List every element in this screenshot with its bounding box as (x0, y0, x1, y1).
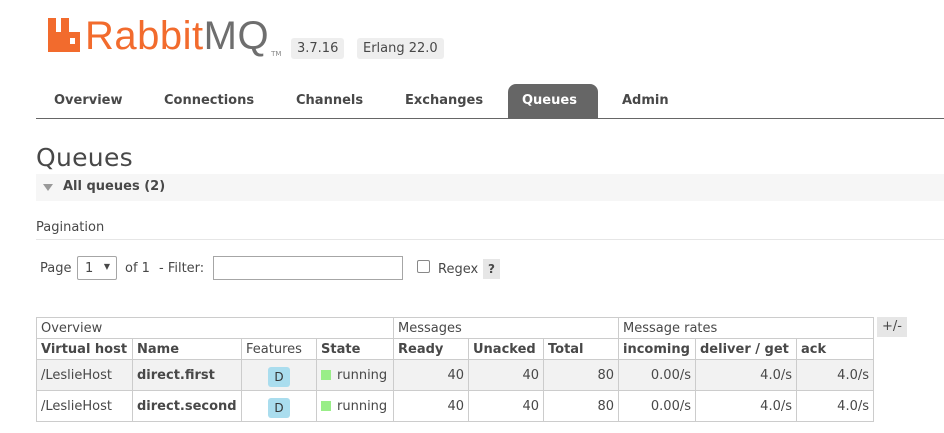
pagination-divider (36, 239, 944, 240)
erlang-version-badge: Erlang 22.0 (357, 38, 444, 59)
logo-wordmark: RabbitMQ (85, 14, 269, 58)
page-label: Page (40, 261, 72, 276)
page-select-value: 1 (85, 261, 94, 276)
page-count-label: of 1 (125, 261, 150, 276)
column-header-ack[interactable]: ack (796, 338, 874, 360)
cell-state: running (316, 359, 394, 391)
main-nav-tabs: Overview Connections Channels Exchanges … (36, 84, 944, 119)
tab-admin[interactable]: Admin (608, 84, 683, 118)
column-header-incoming[interactable]: incoming (618, 338, 696, 360)
cell-ready: 40 (393, 359, 469, 391)
cell-state: running (316, 390, 394, 422)
durable-feature-badge: D (268, 398, 290, 418)
dropdown-arrow-icon: ▼ (103, 262, 110, 271)
queue-name-link[interactable]: direct.first (132, 359, 242, 391)
filter-label: - Filter: (159, 261, 205, 276)
tab-overview[interactable]: Overview (40, 84, 137, 118)
logo-trademark: TM (271, 50, 282, 58)
column-header-unacked[interactable]: Unacked (468, 338, 544, 360)
column-toggle-button[interactable]: +/- (877, 317, 907, 337)
all-queues-section-toggle[interactable]: All queues (2) (36, 174, 944, 201)
cell-features: D (241, 390, 317, 422)
regex-help-button[interactable]: ? (483, 259, 500, 279)
cell-ack: 4.0/s (796, 390, 874, 422)
column-header-features[interactable]: Features (241, 338, 317, 360)
table-row: /LeslieHost direct.first D running 40 40… (36, 359, 874, 391)
tab-queues[interactable]: Queues (508, 84, 598, 118)
logo-mq-text: MQ (203, 14, 270, 58)
cell-virtual-host: /LeslieHost (36, 359, 133, 391)
column-header-virtual-host[interactable]: Virtual host (36, 338, 133, 360)
column-header-ready[interactable]: Ready (393, 338, 469, 360)
group-header-overview: Overview (36, 317, 394, 339)
cell-total: 80 (543, 359, 619, 391)
filter-input[interactable] (213, 256, 403, 280)
cell-ready: 40 (393, 390, 469, 422)
group-header-message-rates: Message rates (618, 317, 874, 339)
column-header-deliver-get[interactable]: deliver / get (695, 338, 797, 360)
tab-connections[interactable]: Connections (150, 84, 268, 118)
page-title: Queues (36, 143, 133, 172)
column-header-total[interactable]: Total (543, 338, 619, 360)
regex-checkbox[interactable] (417, 260, 430, 273)
state-text: running (337, 398, 388, 414)
durable-feature-badge: D (268, 367, 290, 387)
cell-incoming: 0.00/s (618, 359, 696, 391)
cell-unacked: 40 (468, 359, 544, 391)
cell-incoming: 0.00/s (618, 390, 696, 422)
regex-label: Regex (438, 262, 479, 277)
cell-total: 80 (543, 390, 619, 422)
cell-features: D (241, 359, 317, 391)
column-header-state[interactable]: State (316, 338, 394, 360)
pagination-heading: Pagination (36, 220, 105, 235)
group-header-messages: Messages (393, 317, 619, 339)
all-queues-label: All queues (2) (63, 179, 166, 194)
version-badge: 3.7.16 (291, 38, 345, 59)
rabbit-logo-icon (48, 18, 80, 52)
running-status-icon (321, 369, 331, 380)
queue-name-link[interactable]: direct.second (132, 390, 242, 422)
cell-deliver-get: 4.0/s (695, 359, 797, 391)
page-select[interactable]: 1 ▼ (77, 256, 117, 280)
column-header-name[interactable]: Name (132, 338, 242, 360)
cell-unacked: 40 (468, 390, 544, 422)
tab-channels[interactable]: Channels (282, 84, 377, 118)
table-row: /LeslieHost direct.second D running 40 4… (36, 390, 874, 422)
cell-ack: 4.0/s (796, 359, 874, 391)
collapse-triangle-icon (43, 184, 53, 191)
logo-rabbit-text: Rabbit (85, 14, 204, 58)
rabbitmq-logo[interactable]: RabbitMQ TM (48, 14, 281, 58)
cell-deliver-get: 4.0/s (695, 390, 797, 422)
running-status-icon (321, 400, 331, 411)
queues-table: Overview Messages Message rates Virtual … (36, 317, 874, 422)
tab-exchanges[interactable]: Exchanges (391, 84, 497, 118)
state-text: running (337, 367, 388, 383)
cell-virtual-host: /LeslieHost (36, 390, 133, 422)
